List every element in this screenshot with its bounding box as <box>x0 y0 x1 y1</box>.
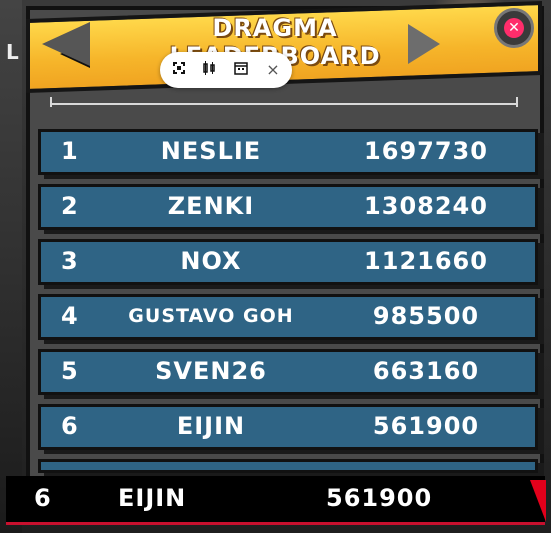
fit-screen-icon[interactable] <box>170 61 188 79</box>
row-rank: 2 <box>61 192 78 220</box>
divider-cap-right <box>516 97 518 107</box>
row-score: 561900 <box>372 412 480 440</box>
next-arrow-icon[interactable] <box>408 24 440 64</box>
row-score: 663160 <box>372 357 480 385</box>
current-player-bar: 6 EIJIN 561900 <box>6 476 545 525</box>
leaderboard-row[interactable]: 2 ZENKI 1308240 <box>38 184 538 230</box>
close-button[interactable]: ✕ <box>494 8 534 48</box>
floating-toolbar: × <box>160 52 292 88</box>
leaderboard-row-partial <box>38 459 538 473</box>
player-name: EIJIN <box>118 484 187 512</box>
row-name: NOX <box>180 247 242 275</box>
leaderboard-row[interactable]: 5 SVEN26 663160 <box>38 349 538 395</box>
row-name: ZENKI <box>167 192 255 220</box>
row-score: 1308240 <box>364 192 488 220</box>
prev-arrow-icon[interactable] <box>42 22 90 66</box>
left-strip-text: L <box>6 40 19 64</box>
toolbar-close-icon[interactable]: × <box>264 61 282 79</box>
row-name: EIJIN <box>176 412 246 440</box>
row-rank: 5 <box>61 357 78 385</box>
calendar-icon[interactable] <box>232 61 250 79</box>
row-score: 985500 <box>372 302 480 330</box>
candles-icon[interactable] <box>200 61 218 79</box>
row-score: 1697730 <box>364 137 488 165</box>
row-rank: 1 <box>61 137 78 165</box>
row-rank: 3 <box>61 247 78 275</box>
player-score: 561900 <box>326 484 433 512</box>
leaderboard-row[interactable]: 4 GUSTAVO GOH 985500 <box>38 294 538 340</box>
row-name: GUSTAVO GOH <box>128 305 294 327</box>
row-name: SVEN26 <box>155 357 267 385</box>
divider-cap-left <box>50 97 52 107</box>
close-icon: ✕ <box>504 18 524 38</box>
player-rank: 6 <box>34 484 51 512</box>
row-rank: 6 <box>61 412 78 440</box>
row-rank: 4 <box>61 302 78 330</box>
row-score: 1121660 <box>364 247 488 275</box>
left-background-strip: L <box>0 0 22 533</box>
leaderboard-row[interactable]: 1 NESLIE 1697730 <box>38 129 538 175</box>
red-corner-accent <box>530 480 546 522</box>
row-name: NESLIE <box>160 137 262 165</box>
leaderboard-row[interactable]: 3 NOX 1121660 <box>38 239 538 285</box>
leaderboard-row[interactable]: 6 EIJIN 561900 <box>38 404 538 450</box>
title-divider <box>52 103 518 105</box>
